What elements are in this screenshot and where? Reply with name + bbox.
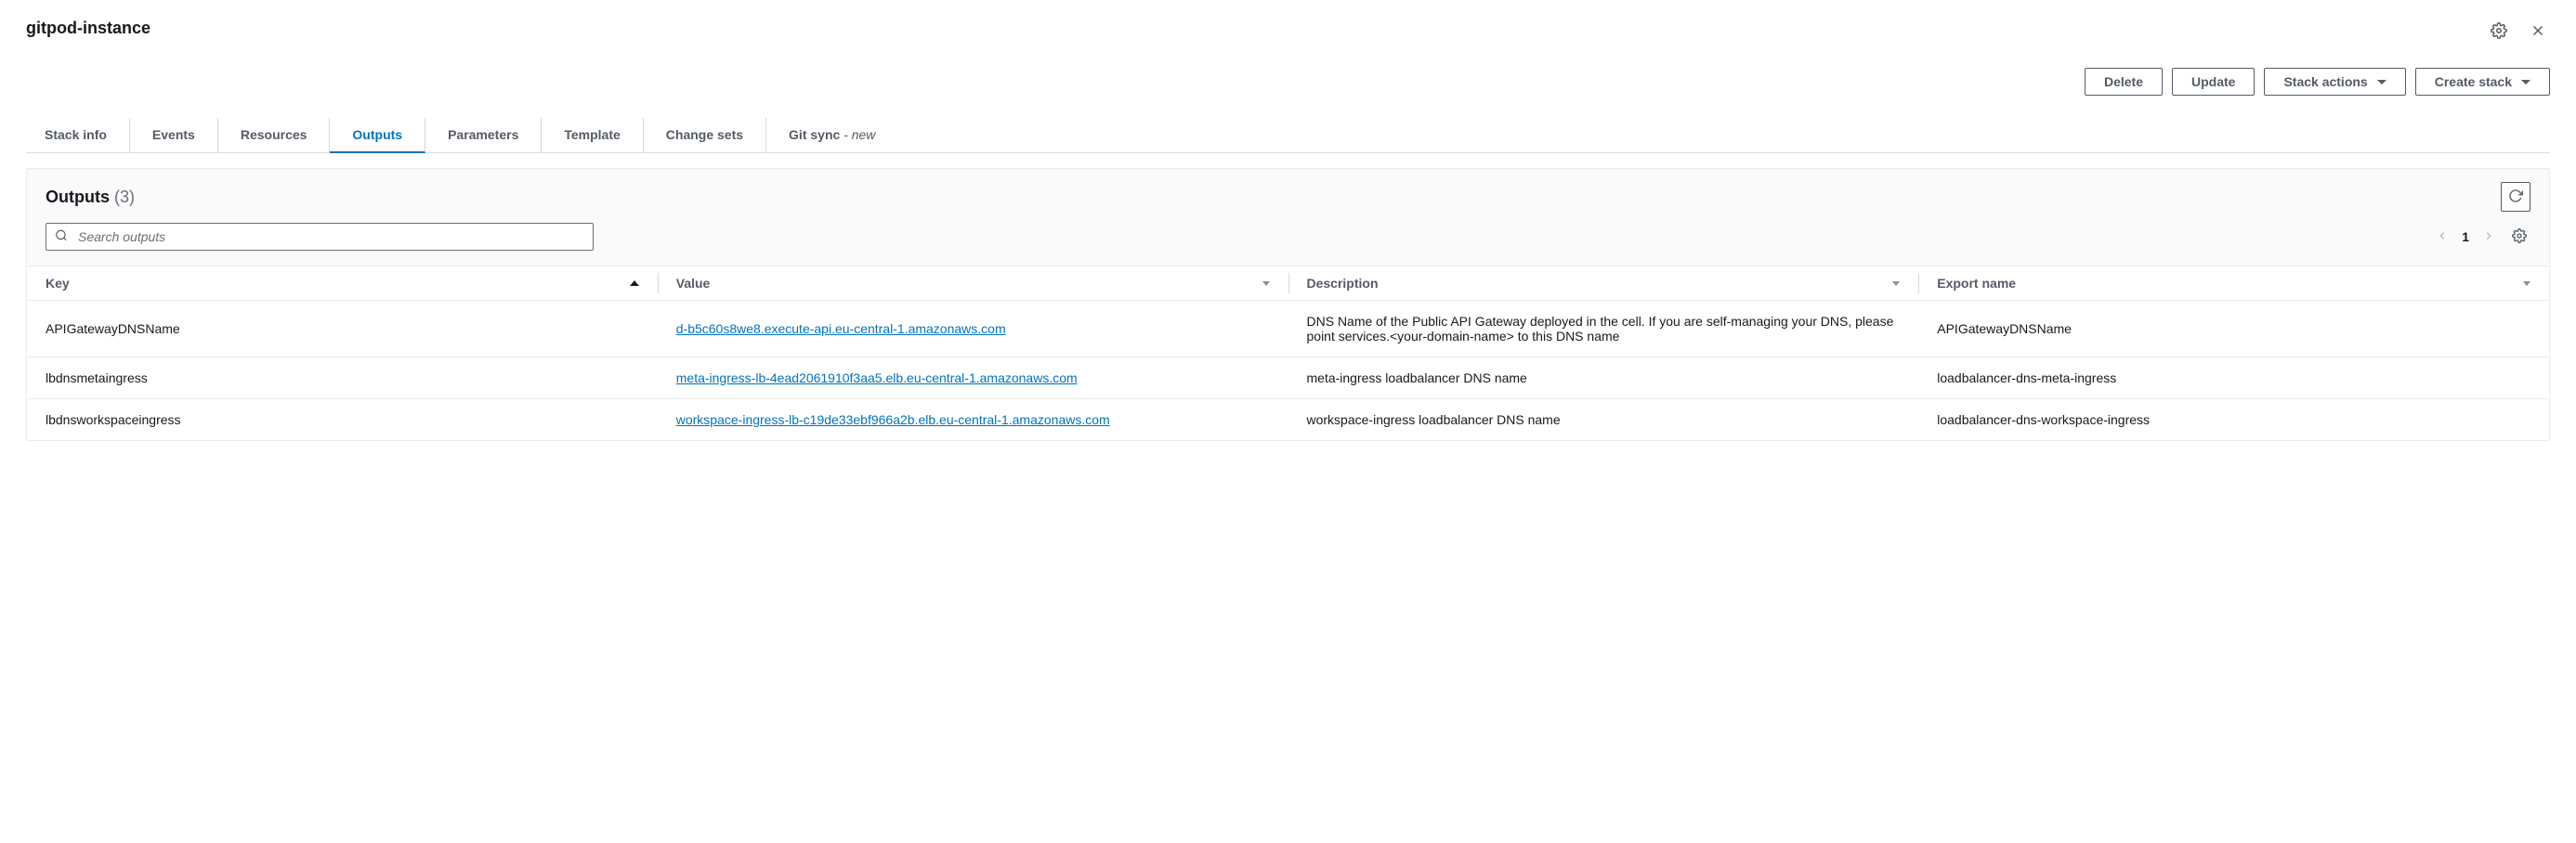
cell-description: DNS Name of the Public API Gateway deplo… — [1288, 301, 1919, 357]
cell-description: workspace-ingress loadbalancer DNS name — [1288, 399, 1919, 441]
page-title: gitpod-instance — [26, 19, 150, 38]
tab-parameters[interactable]: Parameters — [425, 118, 542, 152]
cell-export-name: loadbalancer-dns-meta-ingress — [1918, 357, 2549, 399]
search-input[interactable] — [46, 223, 594, 251]
cell-export-name: loadbalancer-dns-workspace-ingress — [1918, 399, 2549, 441]
table-row: lbdnsworkspaceingress workspace-ingress-… — [27, 399, 2549, 441]
refresh-icon — [2508, 188, 2523, 206]
cell-description: meta-ingress loadbalancer DNS name — [1288, 357, 1919, 399]
search-wrapper — [46, 223, 594, 251]
next-page[interactable] — [2482, 229, 2495, 245]
table-row: APIGatewayDNSName d-b5c60s8we8.execute-a… — [27, 301, 2549, 357]
chevron-left-icon — [2436, 230, 2449, 245]
column-header-export-name[interactable]: Export name — [1918, 266, 2549, 301]
gear-icon — [2512, 228, 2527, 246]
pagination: 1 — [2436, 225, 2530, 250]
outputs-table: Key Value Description Export name APIGat… — [27, 266, 2549, 440]
page-header: gitpod-instance — [26, 19, 2550, 45]
update-button[interactable]: Update — [2172, 68, 2255, 96]
cell-key: APIGatewayDNSName — [27, 301, 658, 357]
sort-icon — [1892, 281, 1900, 286]
stack-actions-label: Stack actions — [2283, 74, 2367, 89]
column-header-key[interactable]: Key — [27, 266, 658, 301]
tab-template[interactable]: Template — [542, 118, 643, 152]
create-stack-dropdown[interactable]: Create stack — [2415, 68, 2550, 96]
tab-bar: Stack info Events Resources Outputs Para… — [26, 118, 2550, 153]
table-row: lbdnsmetaingress meta-ingress-lb-4ead206… — [27, 357, 2549, 399]
cell-key: lbdnsworkspaceingress — [27, 399, 658, 441]
gear-icon — [2491, 22, 2507, 42]
chevron-down-icon — [2377, 80, 2386, 84]
panel-header: Outputs (3) — [27, 169, 2549, 266]
table-settings-button[interactable] — [2508, 225, 2530, 250]
column-header-description[interactable]: Description — [1288, 266, 1919, 301]
header-tools — [2487, 19, 2550, 45]
settings-button[interactable] — [2487, 19, 2511, 45]
column-header-value[interactable]: Value — [658, 266, 1288, 301]
stack-actions-dropdown[interactable]: Stack actions — [2264, 68, 2405, 96]
tab-outputs[interactable]: Outputs — [330, 118, 425, 153]
tab-stack-info[interactable]: Stack info — [26, 118, 130, 152]
create-stack-label: Create stack — [2435, 74, 2512, 89]
tab-resources[interactable]: Resources — [218, 118, 331, 152]
tab-events[interactable]: Events — [130, 118, 218, 152]
panel-title: Outputs (3) — [46, 188, 135, 207]
cell-value-link[interactable]: d-b5c60s8we8.execute-api.eu-central-1.am… — [676, 321, 1006, 336]
refresh-button[interactable] — [2501, 182, 2530, 212]
sort-asc-icon — [630, 280, 639, 286]
close-button[interactable] — [2526, 19, 2550, 45]
close-icon — [2530, 22, 2546, 42]
chevron-down-icon — [2521, 80, 2530, 84]
sort-icon — [1262, 281, 1270, 286]
prev-page[interactable] — [2436, 229, 2449, 245]
tab-change-sets[interactable]: Change sets — [644, 118, 766, 152]
action-bar: Delete Update Stack actions Create stack — [26, 68, 2550, 96]
sort-icon — [2523, 281, 2530, 286]
tab-git-sync[interactable]: Git sync - new — [766, 118, 897, 152]
page-number: 1 — [2462, 229, 2469, 244]
panel-count: (3) — [114, 188, 135, 206]
chevron-right-icon — [2482, 230, 2495, 245]
cell-value-link[interactable]: meta-ingress-lb-4ead2061910f3aa5.elb.eu-… — [676, 370, 1078, 385]
outputs-panel: Outputs (3) — [26, 168, 2550, 441]
cell-value-link[interactable]: workspace-ingress-lb-c19de33ebf966a2b.el… — [676, 412, 1110, 427]
cell-export-name: APIGatewayDNSName — [1918, 301, 2549, 357]
cell-key: lbdnsmetaingress — [27, 357, 658, 399]
delete-button[interactable]: Delete — [2085, 68, 2163, 96]
